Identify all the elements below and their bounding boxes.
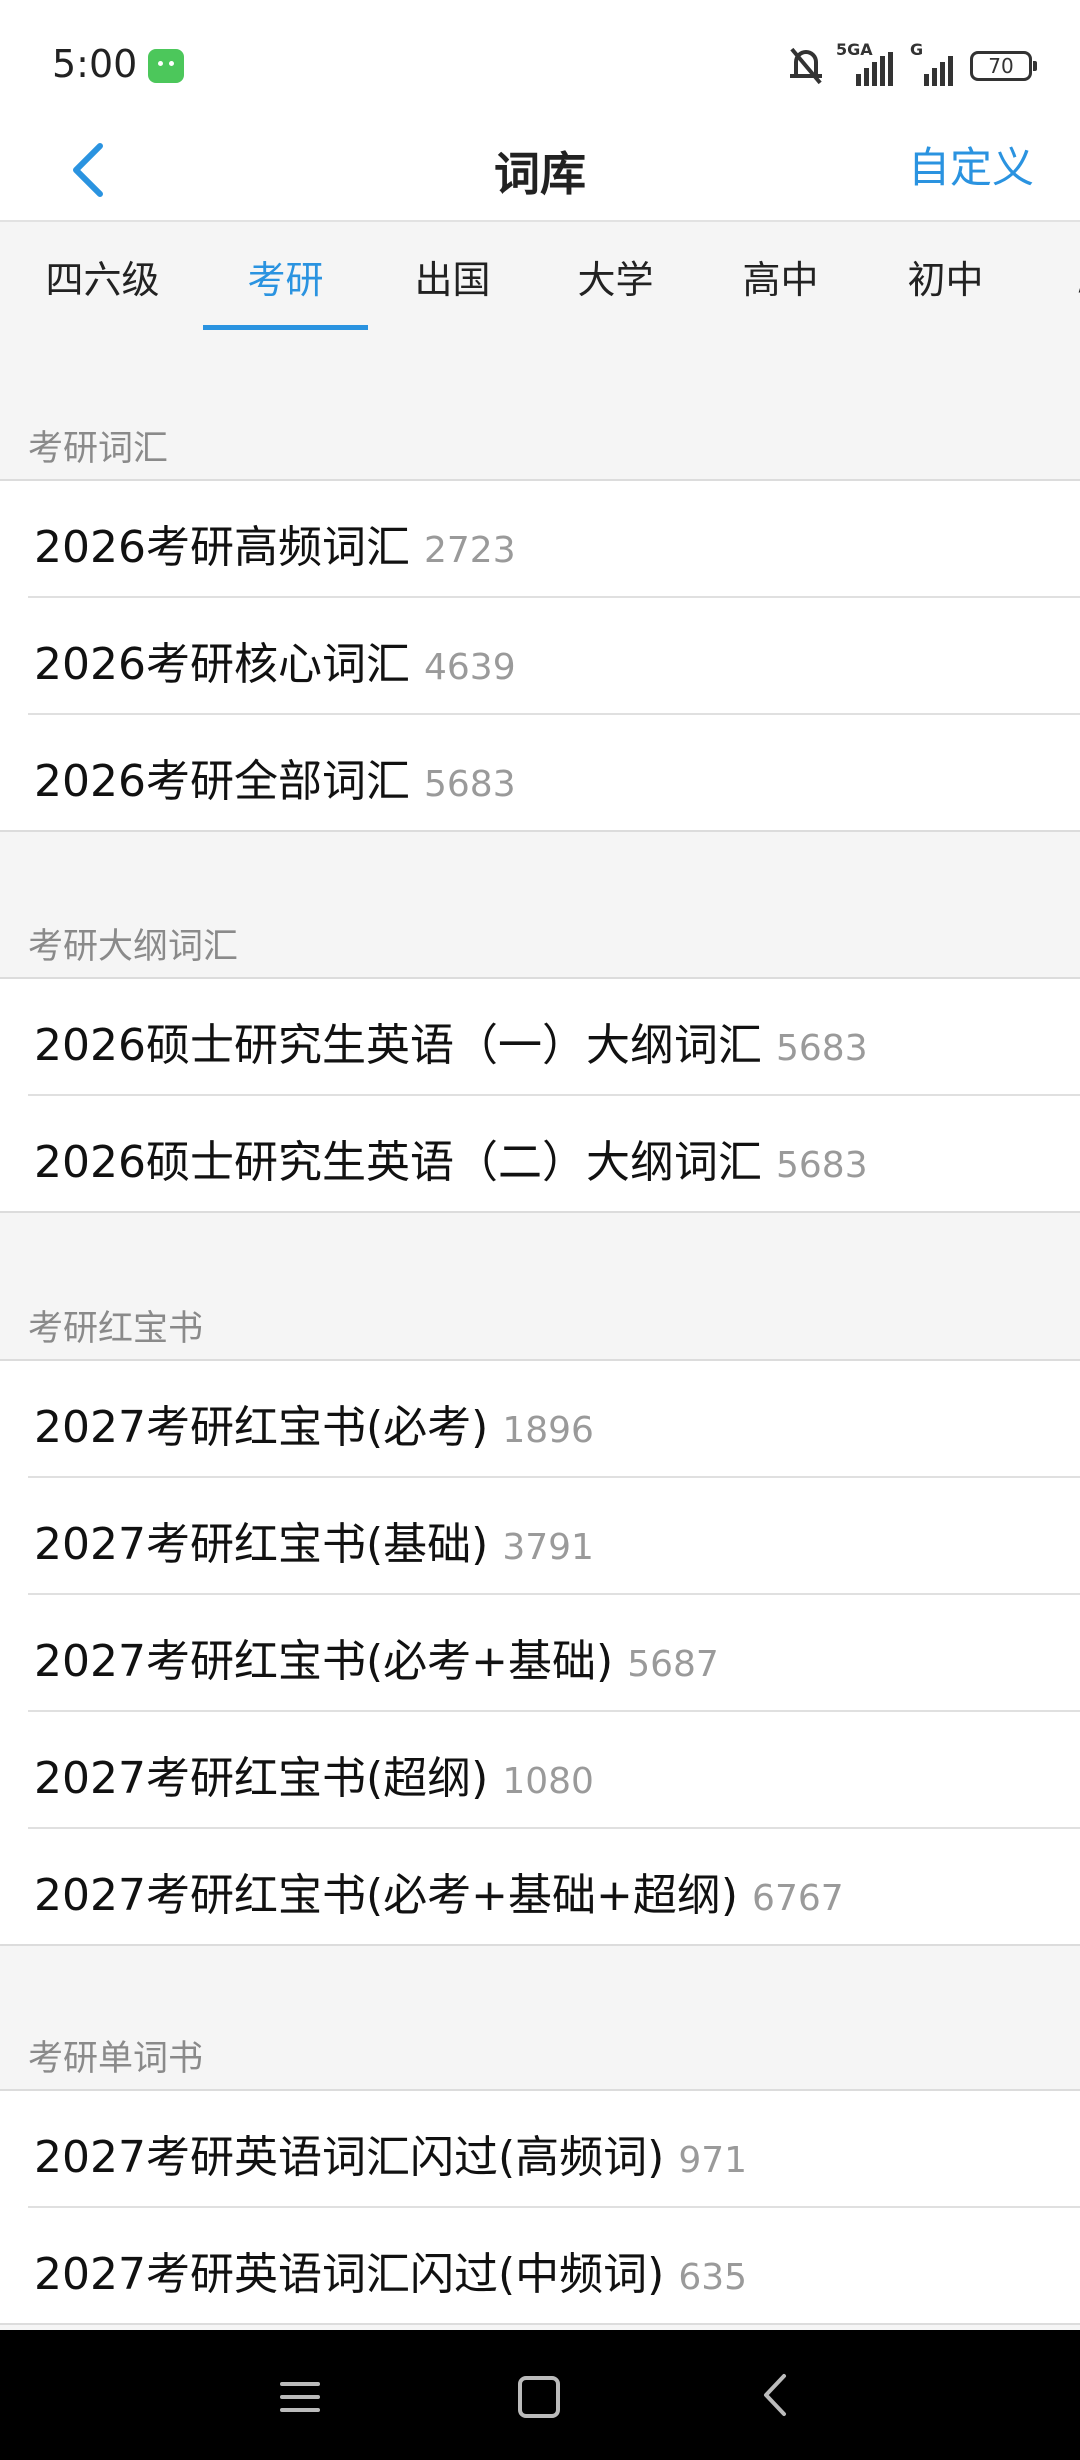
wordbook-name: 2027考研红宝书(必考+基础) bbox=[34, 1636, 614, 1687]
custom-button[interactable]: 自定义 bbox=[908, 134, 1034, 195]
word-count: 1080 bbox=[502, 1761, 594, 1802]
list-item[interactable]: 2027考研红宝书(必考+基础+超纲) 6767 bbox=[0, 1829, 1080, 1946]
list-item[interactable]: 2027考研红宝书(必考+基础) 5687 bbox=[28, 1595, 1080, 1712]
nav-back-icon[interactable] bbox=[760, 2372, 790, 2418]
word-list: 2027考研红宝书(必考) 1896 2027考研红宝书(基础) 3791 2027… bbox=[0, 1359, 1080, 1946]
word-count: 2723 bbox=[423, 530, 516, 571]
section-title: 考研大纲词汇 bbox=[28, 927, 239, 967]
wordbook-name: 2027考研红宝书(必考) bbox=[34, 1402, 489, 1453]
list-item[interactable]: 2026考研核心词汇 4639 bbox=[28, 598, 1080, 715]
wordbook-name: 2026考研核心词汇 bbox=[34, 639, 410, 690]
section-title: 考研单词书 bbox=[28, 2039, 204, 2079]
word-list: 2027考研英语词汇闪过(高频词) 971 2027考研英语词汇闪过(中频词) 63… bbox=[0, 2089, 1080, 2325]
word-count: 635 bbox=[678, 2257, 748, 2298]
list-item[interactable]: 2027考研红宝书(基础) 3791 bbox=[28, 1478, 1080, 1595]
android-notification-icon bbox=[148, 49, 184, 83]
word-list: 2026硕士研究生英语（一）大纲词汇 5683 2026硕士研究生英语（二）大纲词… bbox=[0, 977, 1080, 1213]
top-app-bar: 词库 自定义 bbox=[0, 120, 1080, 222]
signal-g-icon: G bbox=[910, 40, 960, 86]
tab-overflow-partial[interactable]: / bbox=[1065, 222, 1080, 330]
wordbook-name: 2027考研英语词汇闪过(高频词) bbox=[34, 2132, 665, 2183]
bell-muted-icon bbox=[788, 46, 826, 86]
list-item[interactable]: 2026硕士研究生英语（一）大纲词汇 5683 bbox=[28, 979, 1080, 1096]
network-type-label-1: 5GA bbox=[836, 40, 873, 59]
list-item[interactable]: 2027考研英语词汇闪过(中频词) 635 bbox=[0, 2208, 1080, 2325]
wordbook-name: 2027考研红宝书(超纲) bbox=[34, 1753, 489, 1804]
tab-middle-school[interactable]: 初中 bbox=[863, 222, 1028, 330]
word-count: 3791 bbox=[502, 1527, 594, 1568]
wordbook-name: 2026考研高频词汇 bbox=[34, 522, 410, 573]
list-item[interactable]: 2026考研全部词汇 5683 bbox=[0, 715, 1080, 832]
system-nav-bar bbox=[0, 2330, 1080, 2460]
wordbook-name: 2027考研英语词汇闪过(中频词) bbox=[34, 2249, 665, 2300]
word-count: 971 bbox=[678, 2140, 748, 2181]
list-item[interactable]: 2027考研英语词汇闪过(高频词) 971 bbox=[28, 2091, 1080, 2208]
word-count: 4639 bbox=[423, 647, 516, 688]
section-title: 考研红宝书 bbox=[28, 1309, 204, 1349]
signal-5ga-icon: 5GA bbox=[836, 40, 900, 86]
status-time: 5:00 bbox=[52, 42, 138, 86]
list-item[interactable]: 2027考研红宝书(超纲) 1080 bbox=[28, 1712, 1080, 1829]
word-count: 5683 bbox=[775, 1028, 868, 1069]
tab-abroad[interactable]: 出国 bbox=[370, 222, 535, 330]
word-count: 5683 bbox=[423, 764, 516, 805]
word-count: 5683 bbox=[775, 1145, 868, 1186]
status-bar: 5:00 5GA G 70 bbox=[0, 0, 1080, 120]
word-count: 6767 bbox=[752, 1878, 844, 1919]
category-tabs: 四六级 考研 出国 大学 高中 初中 / bbox=[0, 222, 1080, 330]
list-item[interactable]: 2026硕士研究生英语（二）大纲词汇 5683 bbox=[0, 1096, 1080, 1213]
menu-icon[interactable] bbox=[280, 2382, 320, 2412]
wordbook-name: 2026考研全部词汇 bbox=[34, 756, 410, 807]
home-icon[interactable] bbox=[518, 2376, 560, 2418]
list-item[interactable]: 2026考研高频词汇 2723 bbox=[28, 481, 1080, 598]
word-count: 1896 bbox=[502, 1410, 594, 1451]
tab-high-school[interactable]: 高中 bbox=[698, 222, 863, 330]
tab-university[interactable]: 大学 bbox=[533, 222, 698, 330]
wordbook-name: 2026硕士研究生英语（二）大纲词汇 bbox=[34, 1137, 762, 1188]
wordbook-name: 2027考研红宝书(必考+基础+超纲) bbox=[34, 1870, 739, 1921]
network-type-label-2: G bbox=[910, 40, 924, 59]
status-icons: 5GA G 70 bbox=[788, 40, 1037, 88]
list-item[interactable]: 2027考研红宝书(必考) 1896 bbox=[28, 1361, 1080, 1478]
wordbook-name: 2027考研红宝书(基础) bbox=[34, 1519, 489, 1570]
tab-cet[interactable]: 四六级 bbox=[20, 222, 185, 330]
word-list: 2026考研高频词汇 2723 2026考研核心词汇 4639 2026考研全部词汇… bbox=[0, 479, 1080, 832]
word-count: 5687 bbox=[627, 1644, 719, 1685]
wordbook-name: 2026硕士研究生英语（一）大纲词汇 bbox=[34, 1020, 762, 1071]
section-title: 考研词汇 bbox=[28, 429, 169, 469]
battery-icon: 70 bbox=[970, 51, 1037, 81]
tab-kaoyan[interactable]: 考研 bbox=[203, 222, 368, 330]
